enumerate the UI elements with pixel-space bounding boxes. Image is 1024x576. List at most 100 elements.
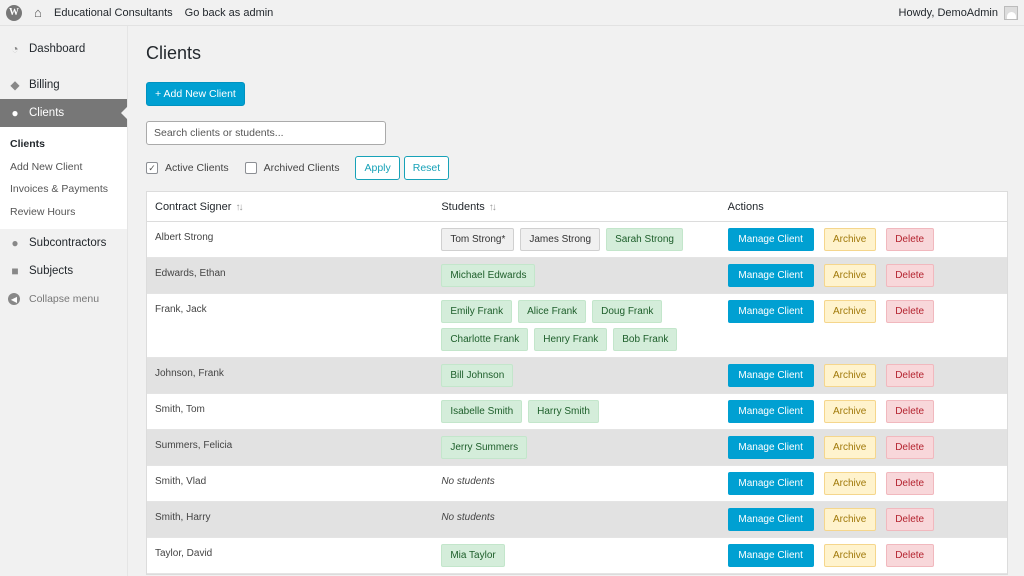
students-cell: Jerry Summers [433, 436, 719, 459]
sidebar-item-subcontractors[interactable]: ● Subcontractors [0, 229, 127, 257]
student-chip[interactable]: Harry Smith [528, 400, 599, 423]
collapse-menu-label: Collapse menu [29, 293, 100, 305]
student-chip[interactable]: Tom Strong* [441, 228, 515, 251]
students-cell: Mia Taylor [433, 544, 719, 567]
archive-button[interactable]: Archive [823, 364, 876, 387]
archive-button[interactable]: Archive [823, 508, 876, 531]
archive-button[interactable]: Archive [823, 400, 876, 423]
active-clients-checkbox[interactable]: ✓ [146, 162, 158, 174]
header-students[interactable]: Students ↑↓ [433, 201, 719, 213]
site-name-link[interactable]: ⌂ Educational Consultants [28, 0, 179, 26]
student-chip[interactable]: Isabelle Smith [441, 400, 523, 423]
sidebar: ◔ Dashboard ◆ Billing ● Clients Clients … [0, 26, 128, 576]
manage-client-button[interactable]: Manage Client [727, 300, 814, 323]
manage-client-button[interactable]: Manage Client [727, 472, 814, 495]
actions-cell: Manage Client Archive Delete [720, 264, 1007, 287]
sidebar-item-dashboard[interactable]: ◔ Dashboard [0, 35, 127, 63]
student-chip[interactable]: Mia Taylor [441, 544, 505, 567]
add-new-client-button[interactable]: + Add New Client [146, 82, 245, 106]
contract-signer-cell: Smith, Tom [155, 404, 205, 415]
delete-button[interactable]: Delete [885, 400, 934, 423]
collapse-menu-button[interactable]: ◀ Collapse menu [0, 285, 127, 313]
student-chip[interactable]: Bob Frank [613, 328, 678, 351]
search-input[interactable] [146, 121, 386, 145]
sidebar-item-label: Clients [29, 107, 65, 119]
apply-button[interactable]: Apply [355, 156, 400, 180]
clients-table: Contract Signer ↑↓ Students ↑↓ Actions Alb… [146, 191, 1008, 575]
manage-client-button[interactable]: Manage Client [727, 264, 814, 287]
table-header: Contract Signer ↑↓ Students ↑↓ Actions [147, 192, 1007, 222]
student-chip[interactable]: Jerry Summers [441, 436, 528, 459]
archive-button[interactable]: Archive [823, 300, 876, 323]
archive-button[interactable]: Archive [823, 436, 876, 459]
table-row: Summers, Felicia Jerry Summers Manage Clie… [147, 430, 1007, 466]
students-cell: No students [433, 472, 719, 495]
delete-button[interactable]: Delete [885, 364, 934, 387]
students-cell: Emily Frank Alice Frank Doug Frank Charlott… [433, 300, 719, 351]
student-chip[interactable]: Alice Frank [518, 300, 587, 323]
student-chip[interactable]: Bill Johnson [441, 364, 514, 387]
table-body: Albert Strong Tom Strong* James Strong Sara… [147, 222, 1007, 574]
actions-cell: Manage Client Archive Delete [720, 364, 1007, 387]
filters: ✓ Active Clients Archived Clients Apply … [146, 156, 453, 180]
main-content: Clients + Add New Client ✓ Active Client… [129, 26, 1024, 576]
actions-cell: Manage Client Archive Delete [720, 472, 1007, 495]
manage-client-button[interactable]: Manage Client [727, 436, 814, 459]
contract-signer-cell: Edwards, Ethan [155, 268, 226, 279]
active-clients-label: Active Clients [165, 162, 229, 174]
sidebar-item-subjects[interactable]: ■ Subjects [0, 257, 127, 285]
student-chip[interactable]: Emily Frank [441, 300, 513, 323]
table-row: Albert Strong Tom Strong* James Strong Sara… [147, 222, 1007, 258]
manage-client-button[interactable]: Manage Client [727, 228, 814, 251]
archived-clients-filter[interactable]: Archived Clients [244, 162, 339, 174]
student-chip[interactable]: Henry Frank [534, 328, 608, 351]
contract-signer-cell: Taylor, David [155, 548, 213, 559]
delete-button[interactable]: Delete [885, 264, 934, 287]
sidebar-item-label: Subcontractors [29, 237, 107, 249]
header-actions: Actions [727, 200, 764, 213]
student-chip[interactable]: Doug Frank [592, 300, 663, 323]
student-chip[interactable]: Charlotte Frank [441, 328, 529, 351]
page-title: Clients [146, 43, 202, 63]
manage-client-button[interactable]: Manage Client [727, 400, 814, 423]
actions-cell: Manage Client Archive Delete [720, 228, 1007, 251]
archive-button[interactable]: Archive [823, 472, 876, 495]
site-name: Educational Consultants [54, 6, 173, 19]
go-back-link[interactable]: Go back as admin [179, 7, 280, 19]
contract-signer-cell: Smith, Harry [155, 512, 211, 523]
manage-client-button[interactable]: Manage Client [727, 544, 814, 567]
delete-button[interactable]: Delete [885, 544, 934, 567]
submenu-clients[interactable]: Clients [0, 133, 127, 156]
delete-button[interactable]: Delete [885, 508, 934, 531]
sidebar-item-billing[interactable]: ◆ Billing [0, 71, 127, 99]
actions-cell: Manage Client Archive Delete [720, 400, 1007, 423]
header-contract-signer[interactable]: Contract Signer ↑↓ [147, 201, 433, 213]
active-clients-filter[interactable]: ✓ Active Clients [146, 162, 229, 174]
table-row: Frank, Jack Emily Frank Alice Frank Doug Fr… [147, 294, 1007, 358]
sidebar-item-clients[interactable]: ● Clients [0, 99, 128, 127]
delete-button[interactable]: Delete [885, 300, 934, 323]
sort-icon: ↑↓ [488, 201, 497, 213]
student-chip[interactable]: Michael Edwards [441, 264, 536, 287]
reset-button[interactable]: Reset [403, 156, 450, 180]
archived-clients-checkbox[interactable] [244, 162, 257, 174]
student-chip[interactable]: James Strong [520, 228, 601, 251]
submenu-add-new-client[interactable]: Add New Client [0, 156, 127, 179]
no-students-text: No students [441, 476, 495, 487]
wordpress-logo-icon[interactable]: W [0, 0, 28, 26]
archive-button[interactable]: Archive [823, 544, 876, 567]
student-chip[interactable]: Sarah Strong [606, 228, 683, 251]
archive-button[interactable]: Archive [823, 264, 876, 287]
archive-button[interactable]: Archive [823, 228, 876, 251]
contract-signer-cell: Albert Strong [155, 232, 214, 243]
manage-client-button[interactable]: Manage Client [727, 508, 814, 531]
delete-button[interactable]: Delete [885, 228, 934, 251]
user-icon: ● [11, 236, 19, 250]
manage-client-button[interactable]: Manage Client [727, 364, 814, 387]
account-menu[interactable]: Howdy, DemoAdmin [899, 5, 1024, 20]
submenu-invoices-payments[interactable]: Invoices & Payments [0, 178, 127, 201]
delete-button[interactable]: Delete [885, 436, 934, 459]
submenu-review-hours[interactable]: Review Hours [0, 201, 127, 224]
delete-button[interactable]: Delete [885, 472, 934, 495]
students-cell: Isabelle Smith Harry Smith [433, 400, 719, 423]
